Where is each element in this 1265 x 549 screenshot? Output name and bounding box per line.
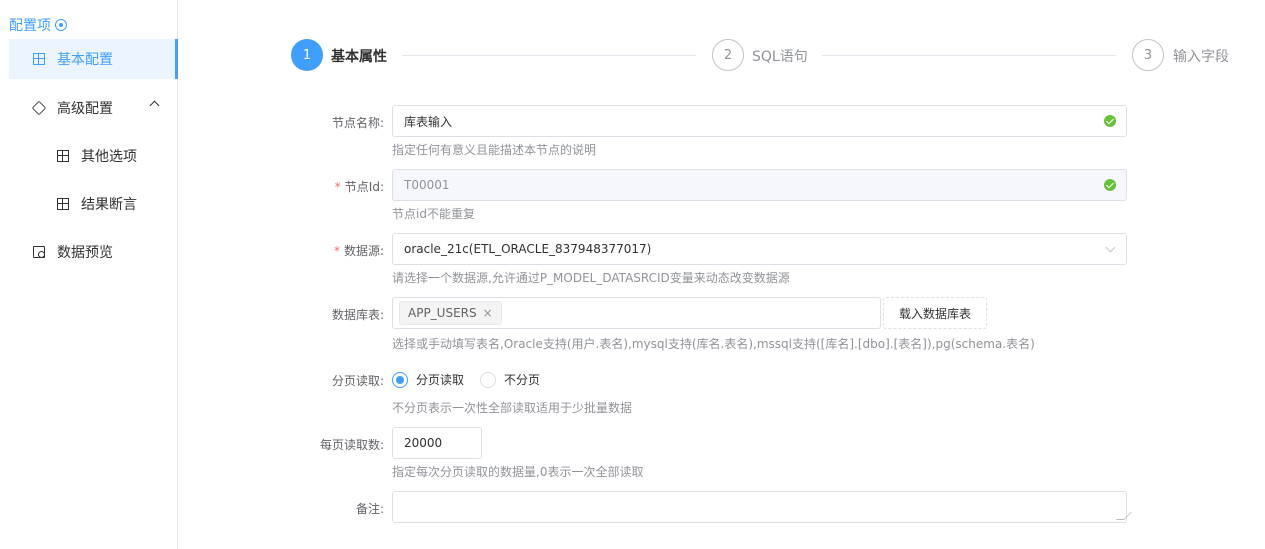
step-3-label: 输入字段 — [1173, 49, 1229, 65]
step-connector — [822, 55, 1116, 56]
node-name-hint: 指定任何有意义且能描述本节点的说明 — [392, 143, 597, 157]
datasource-select[interactable]: oracle_21c(ETL_ORACLE_837948377017) — [392, 233, 1127, 265]
node-id-input[interactable]: T00001 — [392, 169, 1127, 201]
page-size-label: 每页读取数: — [319, 438, 384, 452]
grid-icon — [57, 198, 69, 210]
radio-dot — [392, 371, 408, 388]
sidebar-header: 配置项 — [9, 15, 67, 35]
paging-hint: 不分页表示一次性全部读取适用于少批量数据 — [392, 401, 633, 415]
close-icon[interactable]: × — [483, 306, 493, 320]
grid-icon — [57, 150, 69, 162]
sidebar-item-label: 高级配置 — [57, 101, 113, 117]
sidebar-header-label: 配置项 — [9, 18, 51, 34]
paging-label: 分页读取: — [331, 374, 384, 388]
check-circle-icon — [1104, 179, 1116, 191]
paging-radio-unpaged[interactable]: 不分页 — [480, 371, 540, 388]
node-id-label: * 节点Id: — [335, 178, 384, 195]
page-size-hint: 指定每次分页读取的数据量,0表示一次全部读取 — [392, 465, 644, 479]
step-2-circle[interactable]: 2 — [712, 39, 744, 71]
sidebar-item-advanced-config[interactable]: 高级配置 — [9, 88, 178, 128]
sidebar-item-basic-config[interactable]: 基本配置 — [9, 39, 178, 79]
datasource-label: * 数据源: — [334, 242, 384, 259]
page-size-input[interactable]: 20000 — [392, 427, 482, 459]
step-2-label: SQL语句 — [752, 49, 808, 65]
datasource-value: oracle_21c(ETL_ORACLE_837948377017) — [404, 242, 652, 256]
remark-textarea[interactable] — [392, 491, 1132, 523]
table-tag: APP_USERS × — [399, 301, 502, 325]
node-name-input[interactable]: 库表输入 — [392, 105, 1127, 137]
sidebar-item-result-assertion[interactable]: 结果断言 — [9, 184, 178, 224]
db-table-label: 数据库表: — [331, 308, 384, 322]
datasource-hint: 请选择一个数据源,允许通过P_MODEL_DATASRCID变量来动态改变数据源 — [392, 271, 790, 285]
node-id-value: T00001 — [404, 178, 450, 192]
remark-label: 备注: — [355, 502, 384, 516]
step-1-label: 基本属性 — [331, 49, 387, 65]
sidebar-item-label: 基本配置 — [57, 52, 113, 68]
step-connector — [402, 55, 696, 56]
step-3-circle[interactable]: 3 — [1132, 39, 1164, 71]
sidebar-item-other-options[interactable]: 其他选项 — [9, 136, 178, 176]
chevron-down-icon — [1105, 242, 1116, 253]
node-name-label: 节点名称: — [331, 116, 384, 130]
sidebar-item-label: 结果断言 — [81, 197, 137, 213]
table-tag-label: APP_USERS — [408, 306, 477, 320]
sidebar-item-data-preview[interactable]: 数据预览 — [9, 232, 178, 272]
data-preview-icon — [33, 246, 45, 258]
db-table-hint: 选择或手动填写表名,Oracle支持(用户.表名),mysql支持(库名.表名)… — [392, 337, 1035, 351]
radio-label: 分页读取 — [416, 373, 465, 387]
sidebar: 配置项 基本配置 高级配置 其他选项 结果断言 数据预览 — [0, 0, 178, 549]
required-mark: * — [334, 180, 341, 194]
db-table-select[interactable]: APP_USERS × — [392, 297, 881, 329]
radio-dot — [480, 371, 496, 388]
datasource-label-text: 数据源: — [343, 244, 384, 258]
radio-label: 不分页 — [504, 373, 541, 387]
step-1-circle[interactable]: 1 — [291, 39, 323, 71]
sidebar-item-label: 其他选项 — [81, 149, 137, 165]
settings-icon[interactable] — [55, 19, 67, 31]
required-mark: * — [333, 244, 340, 258]
cube-icon — [31, 100, 47, 116]
paging-radio-paged[interactable]: 分页读取 — [392, 371, 464, 388]
node-id-label-text: 节点Id: — [344, 180, 384, 194]
page-size-value: 20000 — [404, 436, 443, 450]
node-name-value: 库表输入 — [404, 114, 453, 129]
chevron-up-icon — [149, 100, 160, 111]
check-circle-icon — [1104, 115, 1116, 127]
grid-icon — [33, 53, 45, 65]
sidebar-item-label: 数据预览 — [57, 245, 113, 261]
load-tables-button[interactable]: 载入数据库表 — [883, 297, 987, 329]
resize-handle[interactable] — [1116, 512, 1132, 520]
node-id-hint: 节点id不能重复 — [392, 207, 475, 221]
